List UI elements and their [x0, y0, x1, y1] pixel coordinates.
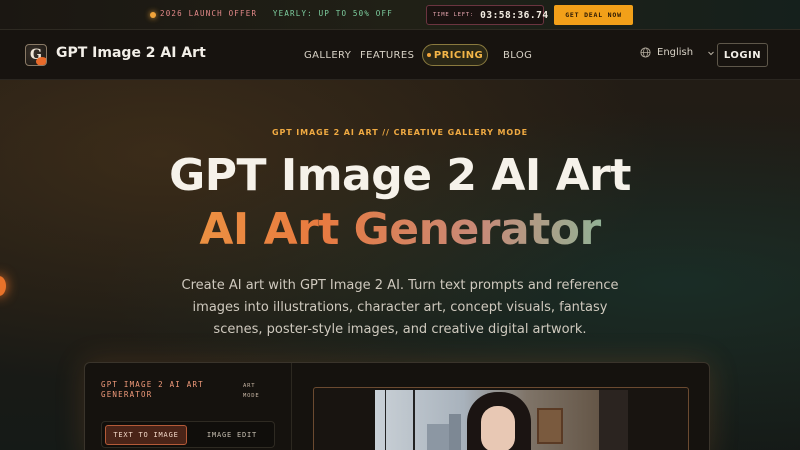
nav-features[interactable]: FEATURES: [360, 50, 414, 61]
generator-mode: ART MODE: [243, 383, 260, 399]
image-preview: [313, 387, 689, 450]
login-button[interactable]: LOGIN: [717, 43, 768, 67]
pricing-dot-icon: [426, 53, 431, 57]
timer-label: TIME LEFT:: [433, 12, 475, 18]
hero-subtitle: AI Art Generator: [0, 204, 800, 255]
language-selector[interactable]: English: [640, 47, 715, 58]
globe-icon: [640, 47, 651, 58]
generator-tabs: TEXT TO IMAGE IMAGE EDIT: [101, 421, 275, 448]
promo-dot-icon: [150, 12, 156, 18]
promo-bar: 2026 LAUNCH OFFER YEARLY: UP TO 50% OFF …: [0, 0, 800, 30]
timer-value: 03:58:36.74: [480, 9, 549, 21]
hero-tagline: GPT IMAGE 2 AI ART // CREATIVE GALLERY M…: [271, 128, 528, 137]
generator-controls: GPT IMAGE 2 AI ART GENERATOR ART MODE TE…: [85, 363, 292, 450]
tab-image-edit[interactable]: IMAGE EDIT: [191, 425, 273, 445]
promo-text: 2026 LAUNCH OFFER YEARLY: UP TO 50% OFF: [160, 9, 393, 18]
hero-title: GPT Image 2 AI Art: [169, 150, 631, 201]
hero-description: Create AI art with GPT Image 2 AI. Turn …: [181, 278, 619, 337]
promo-yearly: YEARLY: UP TO 50% OFF: [272, 9, 393, 18]
nav-blog[interactable]: BLOG: [503, 50, 532, 61]
nav-pricing-label: PRICING: [433, 49, 484, 61]
preview-image: [375, 390, 628, 450]
brand-name[interactable]: GPT Image 2 AI Art: [56, 45, 206, 61]
nav-gallery[interactable]: GALLERY: [304, 50, 351, 61]
tab-text-to-image[interactable]: TEXT TO IMAGE: [105, 425, 187, 445]
g-logo-icon[interactable]: G: [25, 44, 47, 66]
nav-pricing[interactable]: PRICING: [422, 44, 488, 66]
promo-launch: 2026 LAUNCH OFFER: [160, 9, 258, 18]
countdown-timer: TIME LEFT: 03:58:36.74: [426, 5, 548, 25]
generator-panel: GPT IMAGE 2 AI ART GENERATOR ART MODE TE…: [84, 362, 710, 450]
generator-title: GPT IMAGE 2 AI ART GENERATOR: [101, 380, 204, 399]
language-label: English: [657, 47, 694, 58]
get-deal-button[interactable]: GET DEAL NOW: [554, 5, 633, 25]
chevron-down-icon: [708, 51, 714, 55]
